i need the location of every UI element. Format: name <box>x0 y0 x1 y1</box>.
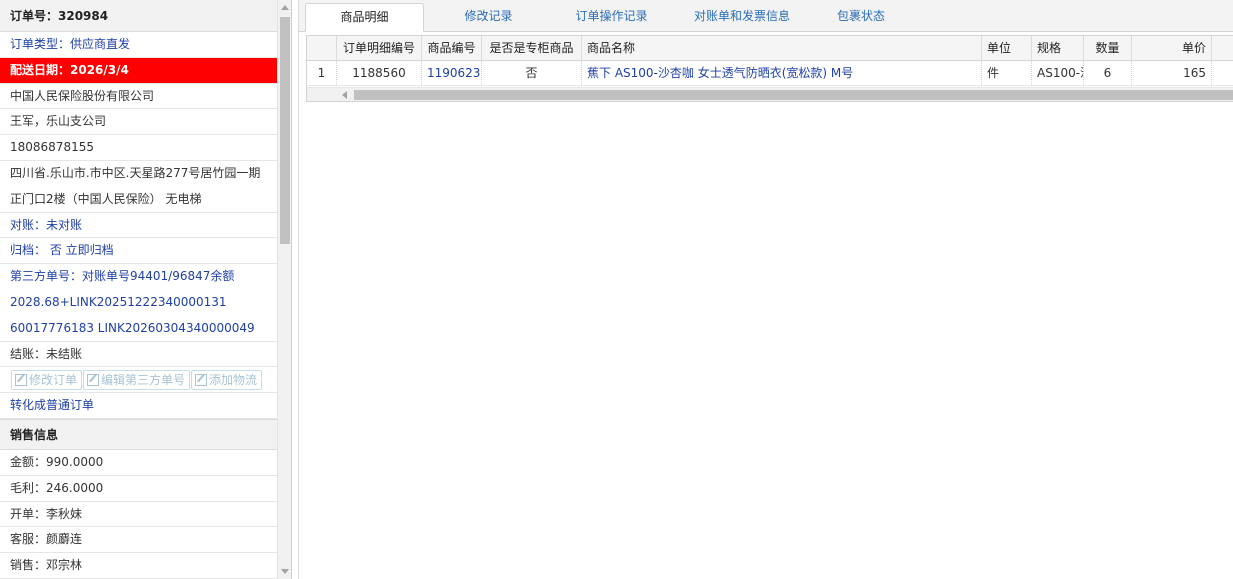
tab-operation-records[interactable]: 订单操作记录 <box>549 3 674 32</box>
address-line-1: 四川省.乐山市.市中区.天星路277号居竹园一期 <box>10 165 261 180</box>
col-product-id[interactable]: 商品编号 <box>422 36 482 61</box>
cell-is-counter: 否 <box>482 61 582 86</box>
grid-header: 订单明细编号 商品编号 是否是专柜商品 商品名称 单位 规格 数量 单价 <box>307 36 1233 61</box>
cell-product-id[interactable]: 1190623 <box>422 61 482 86</box>
scroll-left-arrow-icon[interactable] <box>342 91 347 99</box>
edit-order-button[interactable]: 修改订单 <box>11 369 83 390</box>
customer-phone: 18086878155 <box>0 135 277 161</box>
tab-product-details[interactable]: 商品明细 <box>305 3 424 32</box>
product-grid: 订单明细编号 商品编号 是否是专柜商品 商品名称 单位 规格 数量 单价 1 1… <box>306 35 1233 102</box>
sales-amount: 金额：990.0000 <box>0 450 277 476</box>
col-unit-price[interactable]: 单价 <box>1132 36 1212 61</box>
table-row[interactable]: 1 1188560 1190623 否 蕉下 AS100-沙杏咖 女士透气防晒衣… <box>307 61 1233 86</box>
third-party-number-line-1: 第三方单号：对账单号94401/96847余额 <box>10 269 235 284</box>
col-is-counter[interactable]: 是否是专柜商品 <box>482 36 582 61</box>
delivery-date: 配送日期：2026/3/4 <box>0 57 277 84</box>
order-type: 订单类型：供应商直发 <box>0 32 277 58</box>
left-panel-scrollbar[interactable] <box>277 0 291 579</box>
edit-order-label: 修改订单 <box>29 372 78 387</box>
detail-tabs: 商品明细 修改记录 订单操作记录 对账单和发票信息 包裹状态 <box>299 0 1233 32</box>
add-logistics-label: 添加物流 <box>209 372 258 387</box>
edit-icon <box>195 373 208 386</box>
third-party-number-line-2: 2028.68+LINK20251222340000131 <box>10 294 227 309</box>
settle-status: 结账：未结账 <box>0 342 277 368</box>
cell-unit-price: 165 <box>1132 61 1212 86</box>
tab-reconcile-invoice[interactable]: 对账单和发票信息 <box>677 3 807 32</box>
scroll-up-arrow-icon[interactable] <box>281 5 289 10</box>
convert-to-normal-order-link[interactable]: 转化成普通订单 <box>0 393 277 419</box>
horizontal-scrollbar-thumb[interactable] <box>354 90 1233 100</box>
action-buttons: 修改订单 编辑第三方单号 添加物流 <box>0 367 277 394</box>
edit-icon <box>87 373 100 386</box>
grid-horizontal-scrollbar[interactable] <box>307 87 1233 101</box>
tab-package-status[interactable]: 包裹状态 <box>811 3 911 32</box>
cell-detail-id: 1188560 <box>337 61 422 86</box>
sales-person: 销售：邓宗林 <box>0 553 277 579</box>
scroll-down-arrow-icon[interactable] <box>281 569 289 574</box>
customer-company: 中国人民保险股份有限公司 <box>0 84 277 110</box>
third-party-number-line-3: 60017776183 LINK20260304340000049 <box>0 316 277 342</box>
cell-spec: AS100-沙 <box>1032 61 1084 86</box>
order-detail-panel: 商品明细 修改记录 订单操作记录 对账单和发票信息 包裹状态 订单明细编号 商品… <box>298 0 1233 579</box>
add-logistics-button[interactable]: 添加物流 <box>191 369 263 390</box>
edit-icon <box>15 373 27 386</box>
tab-modify-records[interactable]: 修改记录 <box>431 3 546 32</box>
cell-unit: 件 <box>982 61 1032 86</box>
reconcile-status: 对账：未对账 <box>0 213 277 239</box>
sales-issuer: 开单：李秋妹 <box>0 502 277 528</box>
scrollbar-thumb[interactable] <box>280 17 290 244</box>
sales-profit: 毛利：246.0000 <box>0 476 277 502</box>
col-product-name[interactable]: 商品名称 <box>582 36 982 61</box>
col-spec[interactable]: 规格 <box>1032 36 1084 61</box>
edit-third-party-label: 编辑第三方单号 <box>101 372 186 387</box>
col-quantity[interactable]: 数量 <box>1084 36 1132 61</box>
cell-rownum: 1 <box>307 61 337 86</box>
col-detail-id[interactable]: 订单明细编号 <box>337 36 422 61</box>
sales-info-header: 销售信息 <box>0 418 277 450</box>
address-line-2: 正门口2楼（中国人民保险） 无电梯 <box>0 187 277 213</box>
archive-status[interactable]: 归档： 否 立即归档 <box>0 238 277 265</box>
cell-quantity: 6 <box>1084 61 1132 86</box>
order-info-panel: 订单号：320984 订单类型：供应商直发 配送日期：2026/3/4 中国人民… <box>0 0 292 579</box>
edit-third-party-button[interactable]: 编辑第三方单号 <box>83 369 191 390</box>
customer-contact: 王军，乐山支公司 <box>0 109 277 136</box>
col-unit[interactable]: 单位 <box>982 36 1032 61</box>
cell-product-name[interactable]: 蕉下 AS100-沙杏咖 女士透气防晒衣(宽松款) M号 <box>582 61 982 86</box>
col-rownum <box>307 36 337 61</box>
order-number: 订单号：320984 <box>0 0 277 32</box>
sales-customer-service: 客服：颜麝连 <box>0 527 277 554</box>
